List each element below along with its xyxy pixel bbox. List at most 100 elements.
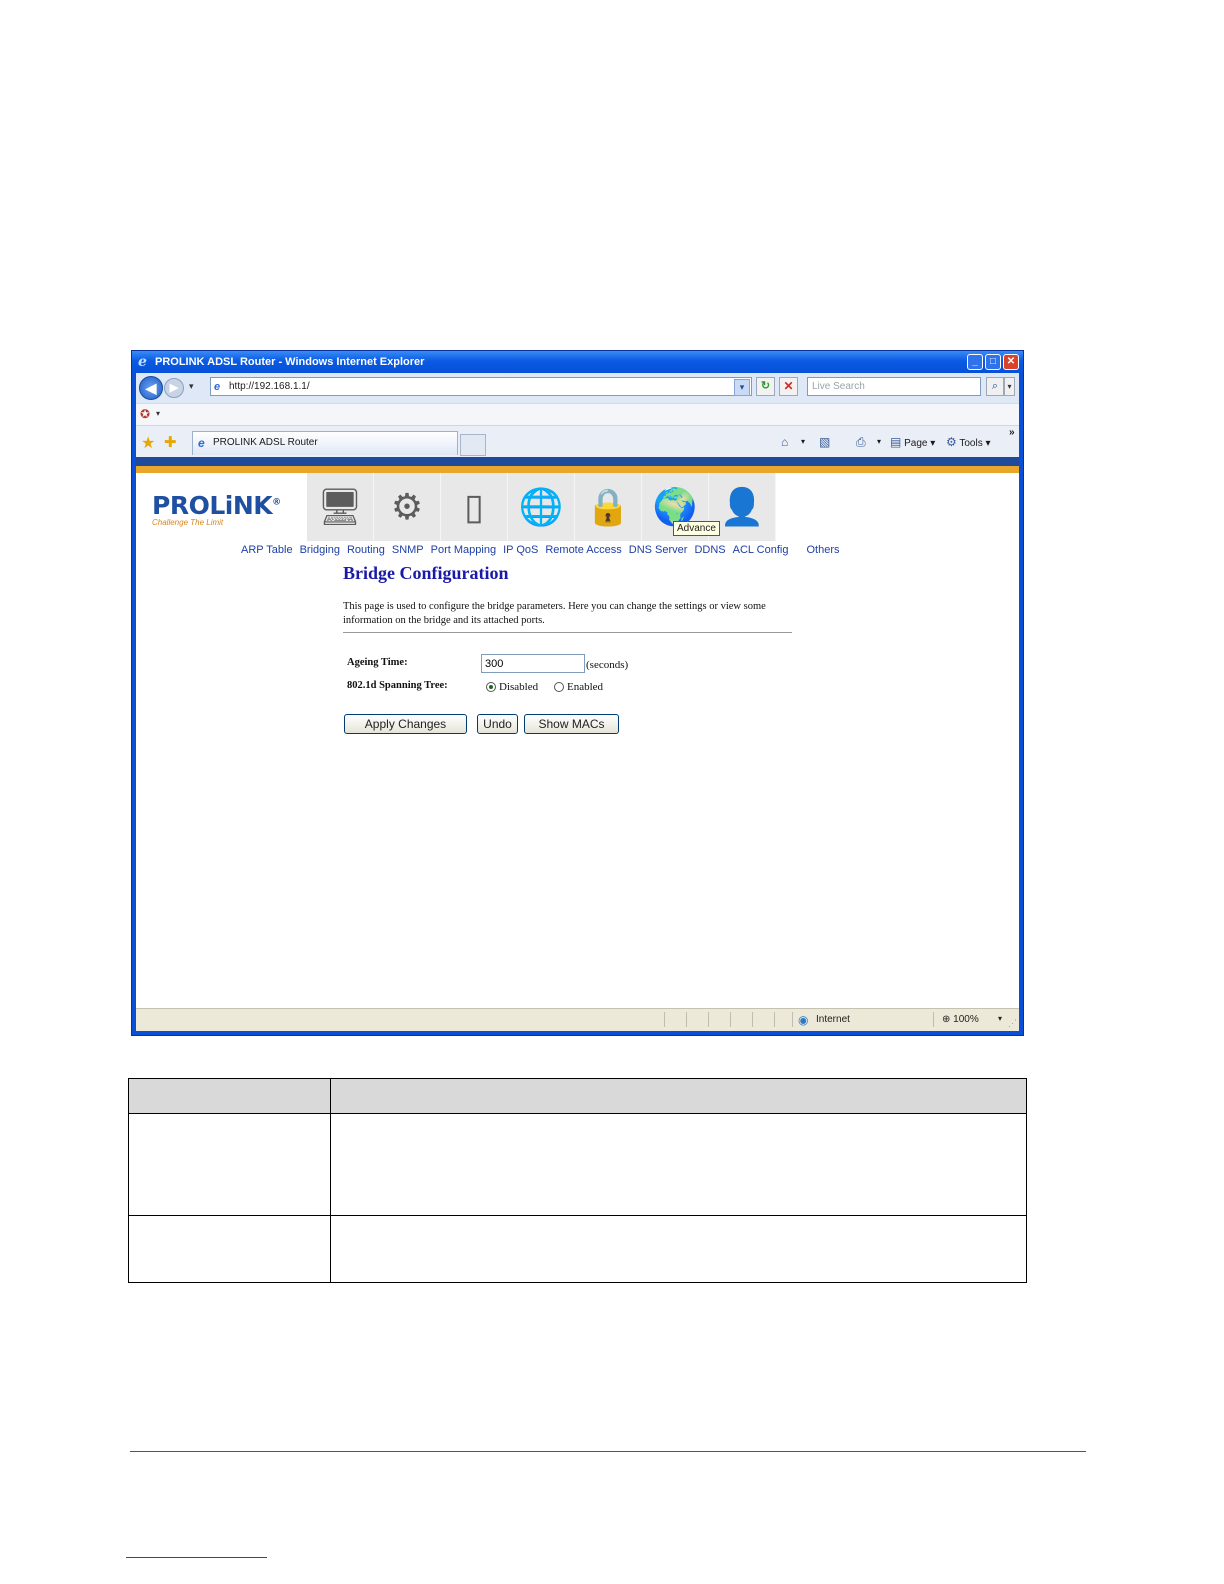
rss-feed-icon: ▧ xyxy=(819,435,831,449)
print-button[interactable]: ⎙ xyxy=(856,435,866,450)
browser-frame: ◀ ▶ ▾ e http://192.168.1.1/ ▾ ↻ ✕ ⌕ ▾ ✪ … xyxy=(136,373,1019,1031)
ageing-time-label: Ageing Time: xyxy=(347,657,408,668)
home-button[interactable]: ⌂ xyxy=(781,435,788,449)
gear-icon: ⚙ xyxy=(946,435,957,449)
undo-button[interactable]: Undo xyxy=(477,714,518,734)
favorites-star-icon[interactable]: ★ xyxy=(141,433,155,453)
internet-globe-icon[interactable]: 🌐 xyxy=(508,473,575,541)
spanning-tree-label: 802.1d Spanning Tree: xyxy=(347,680,448,691)
toolbar-addon-dropdown[interactable]: ▾ xyxy=(156,409,160,418)
add-favorite-icon[interactable]: ✚ xyxy=(164,433,177,451)
address-dropdown[interactable]: ▾ xyxy=(734,379,750,396)
tools-menu-label: Tools xyxy=(959,438,983,449)
show-macs-button[interactable]: Show MACs xyxy=(524,714,619,734)
page-menu-icon: ▤ xyxy=(890,435,902,449)
table-cell xyxy=(330,1215,1027,1283)
status-monitor-icon[interactable]: 🖥 xyxy=(307,473,374,541)
submenu-port-mapping[interactable]: Port Mapping xyxy=(431,544,496,556)
submenu-bridging[interactable]: Bridging xyxy=(300,544,340,556)
search-options-dropdown[interactable]: ▾ xyxy=(1004,377,1015,396)
submenu-routing[interactable]: Routing xyxy=(347,544,385,556)
forward-button[interactable]: ▶ xyxy=(164,378,184,398)
header-stripe-orange xyxy=(136,466,1019,473)
parameter-table xyxy=(128,1078,1027,1283)
submenu-snmp[interactable]: SNMP xyxy=(392,544,424,556)
table-cell xyxy=(128,1215,331,1283)
advance-tooltip: Advance xyxy=(673,521,720,536)
status-separator xyxy=(708,1012,709,1027)
resize-grip[interactable]: ⋰ xyxy=(1008,1018,1017,1029)
recent-pages-dropdown[interactable]: ▾ xyxy=(189,381,194,392)
zoom-level[interactable]: ⊕ 100% xyxy=(942,1014,979,1025)
status-separator xyxy=(933,1012,934,1027)
service-device-icon[interactable]: ▯ xyxy=(441,473,508,541)
refresh-button[interactable]: ↻ xyxy=(756,377,775,396)
minimize-button[interactable]: _ xyxy=(967,354,983,370)
tools-menu[interactable]: ⚙ Tools ▾ xyxy=(946,435,991,449)
setup-gear-icon[interactable]: ⚙ xyxy=(374,473,441,541)
submenu-ddns[interactable]: DDNS xyxy=(694,544,725,556)
submenu-arp-table[interactable]: ARP Table xyxy=(241,544,293,556)
maximize-button[interactable]: □ xyxy=(985,354,1001,370)
new-tab-button[interactable] xyxy=(460,434,486,456)
feeds-button[interactable]: ▧ xyxy=(819,435,830,449)
submenu-remote-access[interactable]: Remote Access xyxy=(545,544,621,556)
divider xyxy=(343,632,792,633)
prolink-logo: PROLiNK® Challenge The Limit xyxy=(152,491,281,527)
footer-link-underline xyxy=(126,1557,267,1558)
stop-button[interactable]: ✕ xyxy=(779,377,798,396)
tab-label: PROLINK ADSL Router xyxy=(213,437,318,448)
home-icon: ⌂ xyxy=(781,435,789,449)
navigation-bar: ◀ ▶ ▾ e http://192.168.1.1/ ▾ ↻ ✕ ⌕ ▾ xyxy=(136,373,1019,403)
status-separator xyxy=(792,1012,793,1027)
submenu-dns-server[interactable]: DNS Server xyxy=(629,544,688,556)
stp-enabled-radio[interactable] xyxy=(554,682,564,692)
ie-logo-icon: e xyxy=(138,354,147,370)
window-title: PROLINK ADSL Router - Windows Internet E… xyxy=(155,356,425,368)
table-row xyxy=(128,1215,1027,1283)
more-commands-button[interactable]: » xyxy=(1009,427,1015,438)
address-bar[interactable]: e http://192.168.1.1/ ▾ xyxy=(210,377,752,396)
page-menu[interactable]: ▤ Page ▾ xyxy=(890,435,935,449)
tools-menu-dropdown: ▾ xyxy=(985,438,991,449)
security-lock-icon[interactable]: 🔒 xyxy=(575,473,642,541)
page-menu-label: Page xyxy=(904,438,928,449)
tab-bar: ★ ✚ e PROLINK ADSL Router ⌂ ▾ ▧ ⎙ ▾ ▤ Pa… xyxy=(136,425,1019,458)
ageing-time-input[interactable] xyxy=(481,654,585,673)
zoom-value: 100% xyxy=(953,1014,979,1025)
stp-disabled-radio[interactable] xyxy=(486,682,496,692)
submenu-others[interactable]: Others xyxy=(806,544,839,556)
back-button[interactable]: ◀ xyxy=(139,376,163,400)
status-separator xyxy=(730,1012,731,1027)
status-bar: ◉ Internet ⊕ 100% ▾ ⋰ xyxy=(136,1008,1019,1031)
toolbar-addon-icon[interactable]: ✪ xyxy=(140,407,150,421)
table-cell xyxy=(128,1113,331,1216)
status-separator xyxy=(664,1012,665,1027)
zoom-dropdown[interactable]: ▾ xyxy=(998,1014,1002,1023)
zoom-icon: ⊕ xyxy=(942,1014,951,1025)
search-icon[interactable]: ⌕ xyxy=(986,377,1004,396)
registered-mark: ® xyxy=(272,497,281,508)
footer-rule xyxy=(130,1451,1086,1452)
print-dropdown[interactable]: ▾ xyxy=(877,437,881,446)
browser-window: e PROLINK ADSL Router - Windows Internet… xyxy=(131,350,1024,1036)
title-bar: e PROLINK ADSL Router - Windows Internet… xyxy=(132,351,1023,373)
advance-submenu: ARP Table Bridging Routing SNMP Port Map… xyxy=(241,544,846,556)
table-row xyxy=(128,1113,1027,1216)
tab-prolink-router[interactable]: e PROLINK ADSL Router xyxy=(192,431,458,455)
status-separator xyxy=(774,1012,775,1027)
ageing-time-unit: (seconds) xyxy=(586,659,629,671)
security-zone-text: Internet xyxy=(816,1014,850,1025)
address-text[interactable]: http://192.168.1.1/ xyxy=(229,378,310,395)
search-input[interactable] xyxy=(807,377,981,396)
home-dropdown[interactable]: ▾ xyxy=(801,437,805,446)
printer-icon: ⎙ xyxy=(856,435,866,449)
internet-zone-icon: ◉ xyxy=(798,1013,809,1027)
page-description: This page is used to configure the bridg… xyxy=(343,601,766,626)
tab-page-icon: e xyxy=(198,436,205,450)
apply-changes-button[interactable]: Apply Changes xyxy=(344,714,467,734)
close-button[interactable]: ✕ xyxy=(1003,354,1019,370)
submenu-acl-config[interactable]: ACL Config xyxy=(733,544,789,556)
submenu-ip-qos[interactable]: IP QoS xyxy=(503,544,538,556)
table-cell xyxy=(330,1113,1027,1216)
